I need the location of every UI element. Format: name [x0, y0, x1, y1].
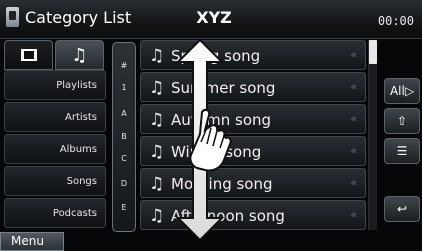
category-item-songs[interactable]: Songs: [4, 166, 106, 196]
music-note-icon: ♫: [71, 44, 88, 66]
header-bar: Category List XYZ 00:00: [0, 0, 422, 39]
clock-display: 00:00: [377, 14, 414, 28]
category-list-screen: Category List XYZ 00:00 ♫ Playlists Arti…: [0, 0, 422, 251]
song-title: Spring song: [171, 47, 261, 65]
category-item-podcasts[interactable]: Podcasts: [4, 198, 106, 228]
song-title: Winter song: [171, 143, 262, 161]
video-tab[interactable]: [4, 40, 53, 70]
alpha-index-bar[interactable]: # 1 A B C D E: [112, 42, 136, 232]
search-list-button[interactable]: ☰: [384, 138, 420, 164]
song-row[interactable]: ♫ Morning song «: [140, 168, 366, 198]
music-note-icon: ♫: [149, 78, 165, 98]
all-button[interactable]: All ▷: [384, 78, 420, 104]
scrollbar-thumb[interactable]: [369, 40, 377, 64]
chevron-left-icon: «: [350, 176, 357, 189]
play-triangle-icon: ▷: [404, 84, 415, 98]
song-row[interactable]: ♫ Afternoon song «: [140, 200, 366, 230]
multi-level-icon: ⇧: [396, 114, 408, 128]
category-item-albums[interactable]: Albums: [4, 134, 106, 164]
alpha-index-item[interactable]: #: [113, 61, 135, 70]
back-arrow-icon: ↩: [396, 202, 408, 216]
alpha-index-item[interactable]: B: [113, 132, 135, 141]
music-note-icon: ♫: [149, 174, 165, 194]
song-list: ♫ Spring song « ♫ Summer song « ♫ Autumn…: [140, 40, 366, 236]
multi-level-button[interactable]: ⇧: [384, 108, 420, 134]
chevron-left-icon: «: [350, 80, 357, 93]
category-item-artists[interactable]: Artists: [4, 102, 106, 132]
song-row[interactable]: ♫ Spring song «: [140, 40, 366, 70]
song-title: Morning song: [171, 175, 273, 193]
alpha-index-item[interactable]: C: [113, 154, 135, 163]
song-title: Summer song: [171, 79, 276, 97]
music-note-icon: ♫: [149, 46, 165, 66]
menu-button[interactable]: Menu: [0, 232, 64, 251]
alpha-index-item[interactable]: 1: [113, 83, 135, 92]
alpha-index-item[interactable]: A: [113, 109, 135, 118]
scrollbar[interactable]: [368, 40, 377, 230]
music-note-icon: ♫: [149, 206, 165, 226]
all-button-label: All: [389, 84, 405, 98]
page-title: Category List: [25, 8, 132, 27]
film-icon: [20, 49, 37, 61]
mode-tabs: ♫: [4, 40, 106, 70]
search-list-icon: ☰: [396, 144, 408, 158]
back-button[interactable]: ↩: [384, 196, 420, 222]
song-title: Autumn song: [171, 111, 272, 129]
song-row[interactable]: ♫ Winter song «: [140, 136, 366, 166]
chevron-left-icon: «: [350, 208, 357, 221]
music-note-icon: ♫: [149, 142, 165, 162]
chevron-left-icon: «: [350, 48, 357, 61]
category-item-playlists[interactable]: Playlists: [4, 70, 106, 100]
chevron-left-icon: «: [350, 112, 357, 125]
alpha-index-item[interactable]: E: [113, 203, 135, 212]
category-list: Playlists Artists Albums Songs Podcasts: [4, 70, 106, 230]
music-note-icon: ♫: [149, 110, 165, 130]
source-title: XYZ: [196, 8, 232, 27]
media-device-icon: [6, 7, 19, 27]
song-row[interactable]: ♫ Summer song «: [140, 72, 366, 102]
song-row[interactable]: ♫ Autumn song «: [140, 104, 366, 134]
alpha-index-item[interactable]: D: [113, 179, 135, 188]
song-title: Afternoon song: [171, 207, 285, 225]
music-tab[interactable]: ♫: [55, 40, 104, 70]
chevron-left-icon: «: [350, 144, 357, 157]
